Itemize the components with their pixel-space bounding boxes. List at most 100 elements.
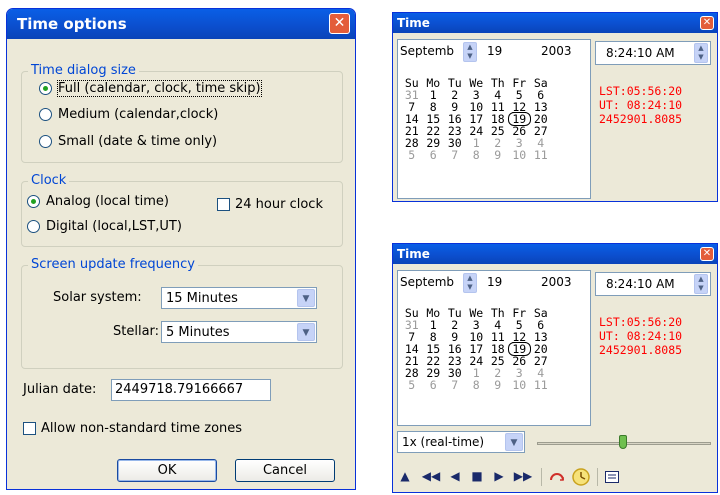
cancel-button[interactable]: Cancel <box>235 459 335 482</box>
time-spinner-icon[interactable]: ▲ ▼ <box>694 274 708 294</box>
ut-readout: UT: 08:24:10 <box>599 329 683 343</box>
julian-date-input[interactable]: 2449718.79166667 <box>111 379 271 401</box>
radio-digital-label: Digital (local,LST,UT) <box>46 219 182 234</box>
chevron-down-icon[interactable]: ▼ <box>505 433 523 451</box>
rewind-icon[interactable]: ◀ <box>447 469 463 483</box>
year-field[interactable]: 2003 <box>541 275 572 289</box>
radio-digital[interactable]: Digital (local,LST,UT) <box>27 219 182 234</box>
solar-system-select[interactable]: 15 Minutes ▼ <box>161 287 317 309</box>
chevron-down-icon[interactable]: ▼ <box>297 323 315 341</box>
julian-readout: 2452901.8085 <box>599 343 683 357</box>
time-window-title: Time <box>397 247 430 261</box>
time-value: 8:24:10 AM <box>606 277 675 291</box>
time-window-titlebar: Time ✕ <box>393 244 717 264</box>
radio-analog-label: Analog (local time) <box>46 194 169 209</box>
clock-group: Clock <box>21 173 343 247</box>
calendar-day[interactable]: 10 <box>509 379 531 391</box>
time-value: 8:24:10 AM <box>606 46 675 60</box>
radio-full-icon[interactable] <box>39 82 52 95</box>
calendar-day[interactable]: 7 <box>444 379 466 391</box>
close-icon[interactable]: ✕ <box>700 247 714 261</box>
fast-rewind-icon[interactable]: ◀◀ <box>421 469 441 483</box>
speed-slider-thumb[interactable] <box>619 435 627 449</box>
radio-small-label: Small (date & time only) <box>58 134 218 149</box>
clock-legend: Clock <box>28 173 70 188</box>
radio-medium-label: Medium (calendar,clock) <box>58 107 219 122</box>
dialog-size-legend: Time dialog size <box>28 63 139 78</box>
checkbox-24hour[interactable]: 24 hour clock <box>217 197 323 212</box>
radio-medium[interactable]: Medium (calendar,clock) <box>39 107 218 122</box>
calendar-week: 5 6 7 8 9 10 11 <box>401 379 552 391</box>
nonstandard-zones-label: Allow non-standard time zones <box>41 421 243 436</box>
time-window-title: Time <box>397 16 430 30</box>
day-field[interactable]: 19 <box>487 44 502 58</box>
options-icon[interactable] <box>604 469 620 485</box>
month-spinner-icon[interactable]: ▲ ▼ <box>463 42 477 62</box>
calendar-day[interactable]: 6 <box>423 149 445 161</box>
ok-button[interactable]: OK <box>117 459 217 482</box>
month-spinner-icon[interactable]: ▲ ▼ <box>463 273 477 293</box>
calendar-day[interactable]: 10 <box>509 149 531 161</box>
reset-time-icon[interactable] <box>548 468 566 486</box>
stellar-label: Stellar: <box>113 324 160 339</box>
checkbox-nonstandard-icon[interactable] <box>23 422 36 435</box>
calendar-day[interactable]: 9 <box>487 149 509 161</box>
lst-readout: LST:05:56:20 <box>599 315 683 329</box>
update-frequency-group: Screen update frequency <box>21 257 343 369</box>
clock-icon[interactable] <box>571 467 591 487</box>
ut-readout: UT: 08:24:10 <box>599 98 683 112</box>
radio-digital-icon[interactable] <box>27 220 40 233</box>
calendar-day[interactable]: 11 <box>530 379 552 391</box>
radio-full-label: Full (calendar, clock, time skip) <box>57 80 262 97</box>
month-field[interactable]: Septemb <box>400 44 454 58</box>
time-window-full: Time ✕ Septemb ▲ ▼ 19 2003 Su Mo Tu We Th… <box>392 243 718 493</box>
radio-small[interactable]: Small (date & time only) <box>39 134 217 149</box>
day-field[interactable]: 19 <box>487 275 502 289</box>
solar-system-value: 15 Minutes <box>166 290 238 306</box>
calendar-week: 5 6 7 8 9 10 11 <box>401 149 552 161</box>
checkbox-24hour-label: 24 hour clock <box>235 197 323 212</box>
time-window-medium: Time ✕ Septemb ▲ ▼ 19 2003 Su Mo Tu We Th… <box>392 12 718 202</box>
dialog-titlebar: Time options ✕ <box>7 9 355 39</box>
dialog-title: Time options <box>17 15 127 33</box>
speed-select[interactable]: 1x (real-time) ▼ <box>397 431 525 453</box>
calendar-grid: Su Mo Tu We Th Fr Sa 31 1 2 3 4 5 6 7 8 … <box>401 307 552 391</box>
close-icon[interactable]: ✕ <box>700 16 714 30</box>
calendar-day[interactable]: 6 <box>423 379 445 391</box>
toolbar-separator <box>541 468 542 486</box>
speed-value: 1x (real-time) <box>402 435 485 449</box>
stop-icon[interactable]: ■ <box>469 469 485 483</box>
stellar-select[interactable]: 5 Minutes ▼ <box>161 321 317 343</box>
calendar-day[interactable]: 7 <box>444 149 466 161</box>
time-window-titlebar: Time ✕ <box>393 13 717 33</box>
checkbox-24hour-icon[interactable] <box>217 198 230 211</box>
radio-small-icon[interactable] <box>39 135 52 148</box>
radio-medium-icon[interactable] <box>39 108 52 121</box>
calendar-day[interactable]: 5 <box>401 379 423 391</box>
month-field[interactable]: Septemb <box>400 275 454 289</box>
chevron-down-icon[interactable]: ▼ <box>297 289 315 307</box>
lst-readout: LST:05:56:20 <box>599 84 683 98</box>
eject-icon[interactable]: ▲ <box>397 469 413 483</box>
calendar-day[interactable]: 5 <box>401 149 423 161</box>
julian-date-label: Julian date: <box>23 382 97 397</box>
year-field[interactable]: 2003 <box>541 44 572 58</box>
checkbox-nonstandard-zones[interactable]: Allow non-standard time zones <box>23 421 242 436</box>
time-options-dialog: Time options ✕ Time dialog size Full (ca… <box>6 8 356 490</box>
radio-analog-icon[interactable] <box>27 195 40 208</box>
calendar-day[interactable]: 11 <box>530 149 552 161</box>
calendar-day[interactable]: 8 <box>466 149 488 161</box>
calendar-day[interactable]: 9 <box>487 379 509 391</box>
toolbar-separator <box>597 468 598 486</box>
radio-analog[interactable]: Analog (local time) <box>27 194 169 209</box>
time-spinner-icon[interactable]: ▲ ▼ <box>694 43 708 63</box>
play-icon[interactable]: ▶ <box>491 469 507 483</box>
calendar-grid: Su Mo Tu We Th Fr Sa 31 1 2 3 4 5 6 7 8 … <box>401 77 552 161</box>
update-frequency-legend: Screen update frequency <box>28 257 198 272</box>
solar-system-label: Solar system: <box>53 290 142 305</box>
stellar-value: 5 Minutes <box>166 324 230 340</box>
radio-full[interactable]: Full (calendar, clock, time skip) <box>39 80 262 97</box>
fast-forward-icon[interactable]: ▶▶ <box>513 469 533 483</box>
close-icon[interactable]: ✕ <box>329 13 350 34</box>
calendar-day[interactable]: 8 <box>466 379 488 391</box>
